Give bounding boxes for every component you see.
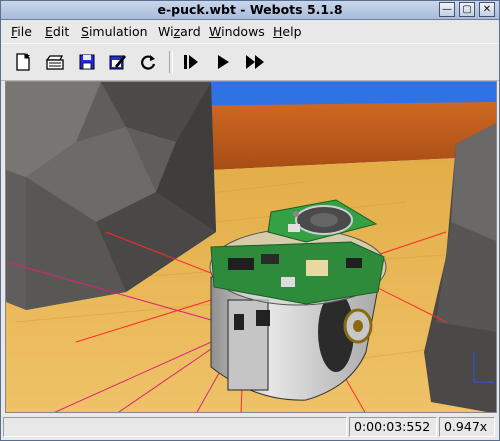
minimize-button[interactable]: —	[439, 2, 455, 17]
menu-file-post: ile	[17, 24, 32, 39]
toolbar-separator	[169, 51, 173, 73]
menu-windows-accel: W	[209, 24, 222, 39]
status-bar: 0:00:03:552 0.947x	[1, 415, 499, 440]
new-world-button[interactable]	[13, 52, 33, 72]
menu-wizard[interactable]: Wizard	[158, 24, 201, 39]
simulation-speed: 0.947x	[439, 417, 495, 437]
menu-edit-accel: E	[45, 24, 53, 39]
revert-icon	[141, 55, 156, 70]
menu-wizard-pre: Wi	[158, 24, 174, 39]
edit-icon	[109, 55, 126, 70]
open-button[interactable]	[45, 52, 65, 72]
save-button[interactable]	[77, 52, 97, 72]
menu-file[interactable]: File	[11, 24, 32, 39]
menu-simulation-accel: S	[81, 24, 89, 39]
run-button[interactable]	[213, 52, 233, 72]
close-button[interactable]: ✕	[479, 2, 495, 17]
revert-button[interactable]	[138, 52, 158, 72]
save-icon	[79, 54, 95, 70]
run-icon	[218, 55, 229, 69]
fast-run-button[interactable]	[245, 52, 265, 72]
menu-help-accel: H	[273, 24, 283, 39]
menu-edit-post: dit	[52, 24, 70, 39]
window-title: e-puck.wbt - Webots 5.1.8	[157, 2, 343, 17]
open-icon	[45, 55, 64, 70]
webots-window: e-puck.wbt - Webots 5.1.8 — ▢ ✕ File Edi…	[0, 0, 500, 441]
toolbar	[1, 43, 499, 81]
fast-run-icon	[246, 55, 264, 69]
status-message	[3, 417, 347, 437]
simulation-time: 0:00:03:552	[349, 417, 437, 437]
step-icon	[184, 55, 198, 69]
menu-edit[interactable]: Edit	[45, 24, 69, 39]
3d-viewport[interactable]	[5, 81, 497, 413]
menu-bar: File Edit Simulation Wizard Windows Help	[1, 20, 499, 42]
menu-help[interactable]: Help	[273, 24, 302, 39]
menu-windows-post: indows	[221, 24, 265, 39]
edit-button[interactable]	[107, 52, 127, 72]
menu-simulation-post: imulation	[88, 24, 148, 39]
scene-render	[6, 82, 496, 412]
maximize-button[interactable]: ▢	[459, 2, 475, 17]
menu-help-post: elp	[282, 24, 302, 39]
step-button[interactable]	[181, 52, 201, 72]
menu-windows[interactable]: Windows	[209, 24, 265, 39]
new-world-icon	[16, 53, 30, 71]
menu-wizard-post: ard	[180, 24, 201, 39]
menu-simulation[interactable]: Simulation	[81, 24, 148, 39]
title-bar[interactable]: e-puck.wbt - Webots 5.1.8 — ▢ ✕	[1, 1, 499, 20]
